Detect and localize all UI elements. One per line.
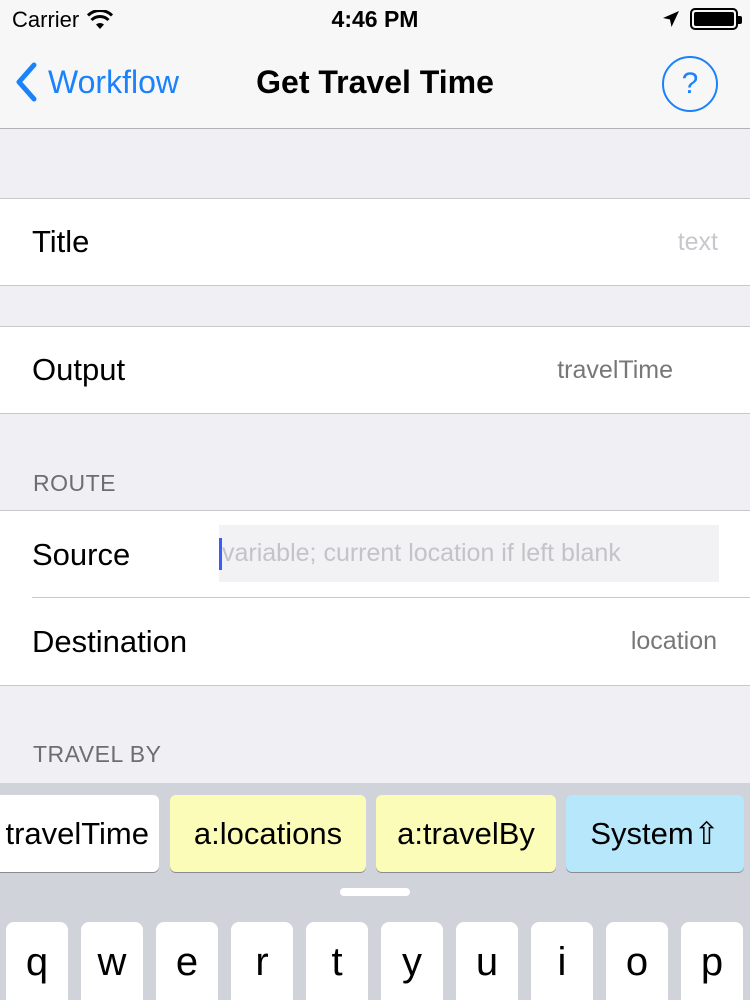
- route-section-header: ROUTE: [33, 470, 116, 496]
- key-y[interactable]: y: [381, 922, 443, 1000]
- output-row[interactable]: Output travelTime: [0, 326, 750, 414]
- drag-handle[interactable]: [340, 888, 410, 896]
- output-value[interactable]: travelTime: [557, 356, 673, 385]
- key-r[interactable]: r: [231, 922, 293, 1000]
- key-q[interactable]: q: [6, 922, 68, 1000]
- title-row[interactable]: Title text: [0, 198, 750, 286]
- destination-field[interactable]: location: [631, 627, 717, 656]
- key-w[interactable]: w: [81, 922, 143, 1000]
- suggestion-chip-locations[interactable]: a:locations: [170, 795, 366, 872]
- source-label: Source: [32, 536, 131, 572]
- output-label: Output: [32, 352, 126, 387]
- key-t[interactable]: t: [306, 922, 368, 1000]
- key-o[interactable]: o: [606, 922, 668, 1000]
- page-title: Get Travel Time: [256, 64, 494, 100]
- battery-icon: [690, 8, 742, 30]
- navigation-bar: Workflow Get Travel Time ?: [0, 40, 750, 129]
- variable-suggestion-bar: travelTime a:locations a:travelBy System…: [0, 783, 750, 903]
- location-arrow-icon: [663, 11, 679, 27]
- suggestion-chip-system[interactable]: System⇧: [566, 795, 744, 872]
- keyboard: q w e r t y u i o p: [0, 903, 750, 1000]
- status-time: 4:46 PM: [331, 6, 419, 32]
- key-u[interactable]: u: [456, 922, 518, 1000]
- suggestion-chip-travel-by[interactable]: a:travelBy: [376, 795, 556, 872]
- key-p[interactable]: p: [681, 922, 743, 1000]
- destination-row[interactable]: Destination location: [0, 598, 750, 686]
- status-right: [662, 8, 742, 30]
- title-label: Title: [32, 224, 90, 259]
- travel-by-section-header: TRAVEL BY: [33, 741, 162, 767]
- help-button[interactable]: ?: [662, 56, 718, 112]
- key-i[interactable]: i: [531, 922, 593, 1000]
- status-bar: Carrier 4:46 PM: [0, 0, 750, 40]
- source-input[interactable]: variable; current location if left blank: [219, 525, 719, 582]
- source-placeholder: variable; current location if left blank: [222, 539, 621, 567]
- destination-label: Destination: [32, 623, 188, 659]
- key-e[interactable]: e: [156, 922, 218, 1000]
- suggestion-chip-travel-time[interactable]: travelTime: [0, 795, 159, 872]
- title-field[interactable]: text: [678, 228, 718, 257]
